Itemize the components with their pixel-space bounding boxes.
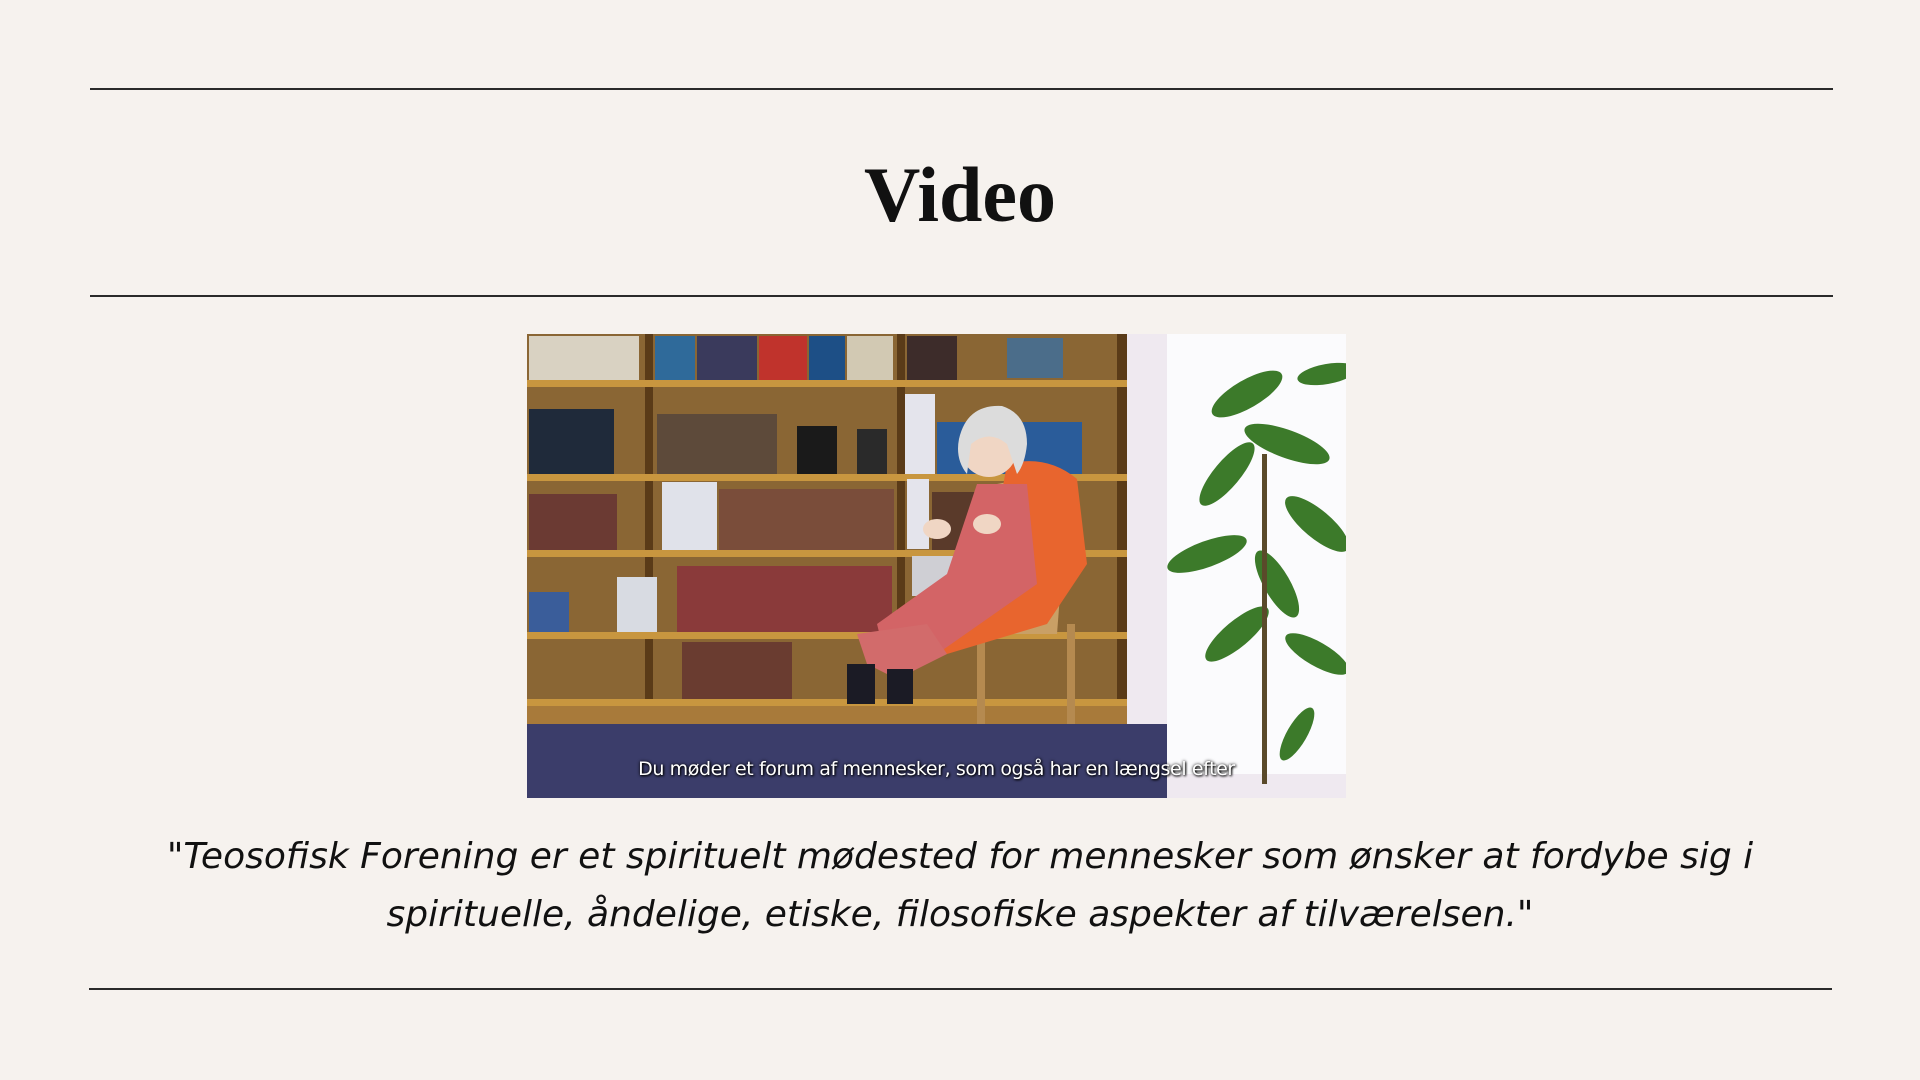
top-divider	[90, 88, 1833, 90]
mission-quote: "Teosofisk Forening er et spirituelt mød…	[166, 836, 1754, 935]
bottom-divider	[89, 988, 1832, 990]
video-frame	[527, 334, 1346, 798]
section-title: Video	[863, 151, 1057, 238]
video-subtitle: Du møder et forum af mennesker, som også…	[638, 758, 1235, 780]
video-player[interactable]: Du møder et forum af mennesker, som også…	[527, 334, 1346, 798]
middle-divider	[90, 295, 1833, 297]
